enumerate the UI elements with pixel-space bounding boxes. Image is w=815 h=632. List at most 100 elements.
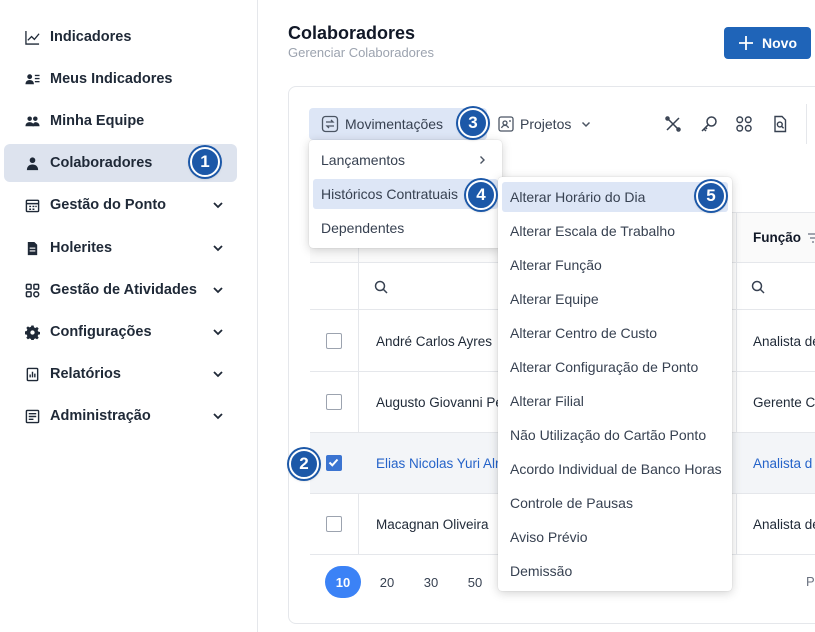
sidebar-item-configuracoes[interactable]: Configurações — [4, 313, 237, 351]
new-button[interactable]: Novo — [724, 27, 811, 59]
admin-icon — [24, 408, 40, 424]
toolbar-divider — [806, 104, 807, 144]
submenu-item[interactable]: Aviso Prévio — [502, 522, 728, 552]
chevron-down-icon — [213, 202, 223, 209]
search-icon[interactable] — [751, 280, 765, 294]
step-badge-2: 2 — [289, 449, 319, 479]
sidebar-item-label: Configurações — [50, 324, 152, 340]
pagination-info: P — [806, 574, 815, 589]
sidebar-item-label: Holerites — [50, 240, 113, 256]
gear-icon — [24, 324, 40, 340]
row-checkbox[interactable] — [326, 516, 342, 532]
row-function: Analista d — [753, 455, 813, 471]
chart-line-icon — [24, 29, 40, 45]
tools-icon-button[interactable] — [661, 112, 685, 136]
sidebar-item-label: Gestão do Ponto — [50, 197, 166, 213]
sidebar-item-gestao-de-atividades[interactable]: Gestão de Atividades — [4, 271, 237, 309]
chevron-down-icon — [582, 121, 591, 128]
submenu-item[interactable]: Alterar Equipe — [502, 284, 728, 314]
submenu-item[interactable]: Alterar Centro de Custo — [502, 318, 728, 348]
row-checkbox[interactable] — [326, 455, 342, 471]
calendar-icon — [24, 197, 40, 213]
user-icon — [24, 155, 40, 171]
submenu-item[interactable]: Demissão — [502, 556, 728, 586]
key-icon — [701, 116, 717, 132]
user-list-icon — [24, 71, 40, 87]
transfer-icon — [321, 115, 339, 133]
row-checkbox[interactable] — [326, 333, 342, 349]
submenu-item[interactable]: Alterar Configuração de Ponto — [502, 352, 728, 382]
sidebar-item-meus-indicadores[interactable]: Meus Indicadores — [4, 60, 237, 98]
row-name: Macagnan Oliveira — [376, 516, 489, 532]
biometry-icon-button[interactable] — [732, 112, 756, 136]
biometry-icon — [736, 116, 752, 132]
project-icon — [498, 116, 514, 132]
sidebar-item-gestao-do-ponto[interactable]: Gestão do Ponto — [4, 186, 237, 224]
chevron-down-icon — [213, 371, 223, 378]
chevron-right-icon — [480, 156, 485, 164]
submenu-item[interactable]: Controle de Pausas — [502, 488, 728, 518]
row-name: Elias Nicolas Yuri Alr — [376, 455, 500, 471]
movimentacoes-label: Movimentações — [345, 116, 444, 132]
sidebar-item-label: Meus Indicadores — [50, 71, 173, 87]
report-icon — [24, 366, 40, 382]
page-size-30[interactable]: 30 — [413, 566, 449, 598]
search-icon[interactable] — [374, 280, 388, 294]
step-badge-1: 1 — [190, 147, 220, 177]
tools-icon — [665, 116, 681, 132]
submenu-item[interactable]: Alterar Filial — [502, 386, 728, 416]
chevron-down-icon — [213, 287, 223, 294]
grid-icon — [24, 282, 40, 298]
projetos-button[interactable]: Projetos — [497, 108, 607, 140]
submenu-item[interactable]: Não Utilização do Cartão Ponto — [502, 420, 728, 450]
row-function: Analista de — [753, 516, 815, 532]
sidebar-item-label: Indicadores — [50, 29, 132, 45]
menu-item-lancamentos[interactable]: Lançamentos — [313, 145, 498, 175]
page-title: Colaboradores — [288, 23, 416, 43]
document-icon — [24, 240, 40, 256]
row-checkbox[interactable] — [326, 394, 342, 410]
sidebar-item-label: Administração — [50, 408, 151, 424]
filter-icon[interactable] — [807, 232, 815, 244]
submenu-item[interactable]: Alterar Horário do Dia — [502, 182, 728, 212]
row-function: Analista de — [753, 333, 815, 349]
page-subtitle: Gerenciar Colaboradores — [288, 45, 434, 60]
submenu-item[interactable]: Alterar Função — [502, 250, 728, 280]
column-header-funcao[interactable]: Função — [753, 230, 801, 245]
menu-item-label: Dependentes — [321, 220, 405, 236]
check-icon — [328, 458, 339, 467]
sidebar-item-relatorios[interactable]: Relatórios — [4, 355, 237, 393]
sidebar-item-label: Relatórios — [50, 366, 121, 382]
sidebar: Indicadores Meus Indicadores Minha Equip… — [0, 0, 258, 632]
users-icon — [24, 113, 40, 129]
page-size-10[interactable]: 10 — [325, 566, 361, 598]
plus-icon — [739, 36, 753, 50]
chevron-down-icon — [213, 329, 223, 336]
projetos-label: Projetos — [520, 116, 572, 132]
sidebar-item-administracao[interactable]: Administração — [4, 397, 237, 435]
sidebar-item-holerites[interactable]: Holerites — [4, 229, 237, 267]
chevron-down-icon — [213, 413, 223, 420]
historicos-submenu: Alterar Horário do Dia Alterar Escala de… — [498, 177, 732, 591]
search-document-icon-button[interactable] — [768, 112, 792, 136]
key-icon-button[interactable] — [697, 112, 721, 136]
row-name: Augusto Giovanni Pe — [376, 394, 501, 410]
search-document-icon — [774, 115, 787, 133]
sidebar-item-label: Gestão de Atividades — [50, 282, 197, 298]
row-name: André Carlos Ayres — [376, 333, 493, 349]
submenu-item[interactable]: Acordo Individual de Banco Horas — [502, 454, 728, 484]
step-badge-5: 5 — [696, 181, 726, 211]
sidebar-item-indicadores[interactable]: Indicadores — [4, 18, 237, 56]
menu-item-dependentes[interactable]: Dependentes — [313, 213, 498, 243]
menu-item-label: Históricos Contratuais — [321, 186, 458, 202]
chevron-down-icon — [213, 245, 223, 252]
sidebar-item-minha-equipe[interactable]: Minha Equipe — [4, 102, 237, 140]
menu-item-label: Lançamentos — [321, 152, 406, 168]
page-size-50[interactable]: 50 — [457, 566, 493, 598]
new-button-label: Novo — [762, 35, 797, 51]
sidebar-item-label: Colaboradores — [50, 155, 153, 171]
step-badge-3: 3 — [458, 108, 488, 138]
submenu-item[interactable]: Alterar Escala de Trabalho — [502, 216, 728, 246]
sidebar-item-label: Minha Equipe — [50, 113, 145, 129]
page-size-20[interactable]: 20 — [369, 566, 405, 598]
